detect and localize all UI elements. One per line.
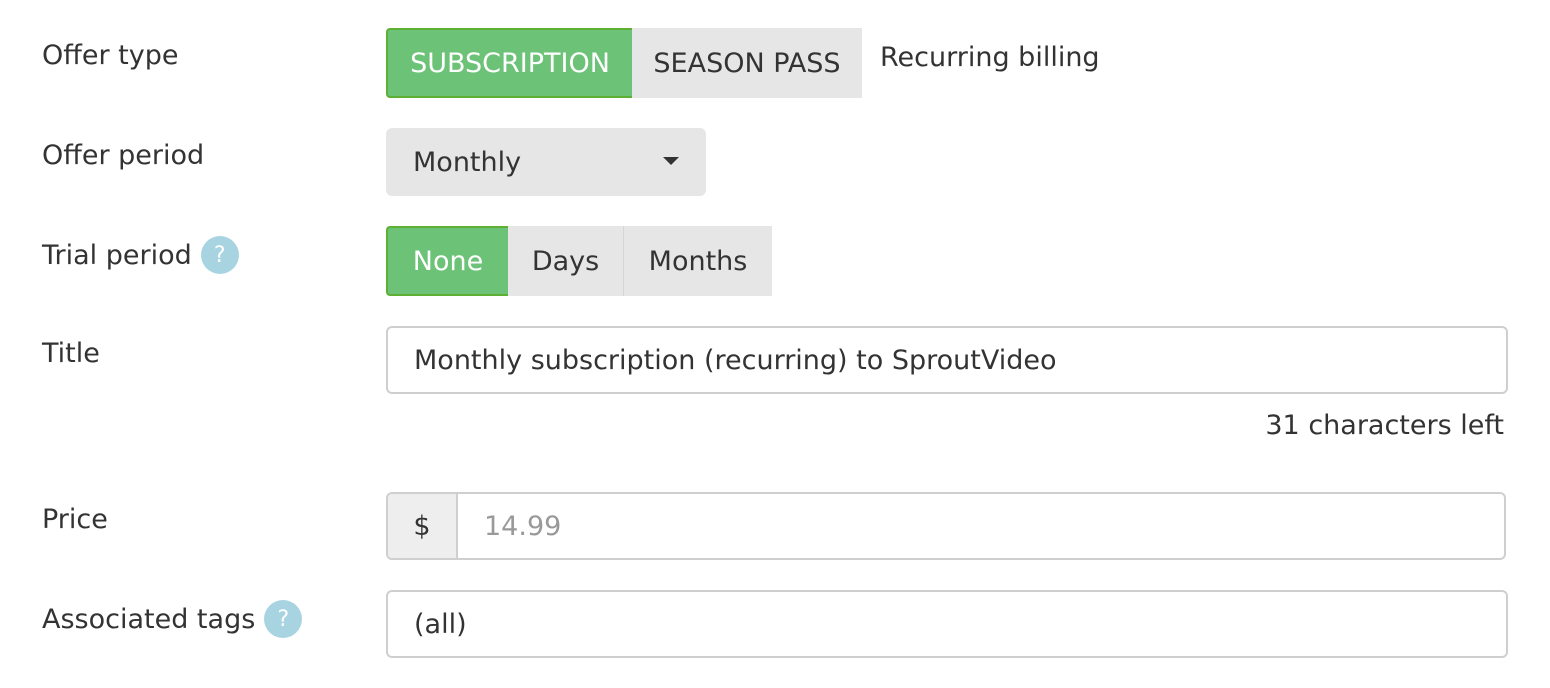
trial-period-toggle: None Days Months bbox=[386, 226, 772, 296]
trial-period-label: Trial period ? bbox=[42, 236, 239, 274]
price-input-group: $ 14.99 bbox=[386, 492, 1506, 560]
offer-type-season-pass-button[interactable]: SEASON PASS bbox=[632, 28, 862, 98]
associated-tags-label: Associated tags ? bbox=[42, 600, 303, 638]
title-label-text: Title bbox=[42, 338, 100, 369]
offer-type-label: Offer type bbox=[42, 40, 178, 71]
chevron-down-icon bbox=[663, 157, 679, 165]
title-label: Title bbox=[42, 338, 100, 369]
recurring-billing-note: Recurring billing bbox=[880, 42, 1100, 73]
price-label: Price bbox=[42, 504, 108, 535]
offer-type-toggle: SUBSCRIPTION SEASON PASS bbox=[386, 28, 862, 98]
characters-left-counter: 31 characters left bbox=[1265, 410, 1504, 441]
associated-tags-input[interactable]: (all) bbox=[386, 590, 1508, 658]
trial-period-label-text: Trial period bbox=[42, 239, 192, 271]
trial-days-button[interactable]: Days bbox=[508, 226, 623, 296]
offer-period-label: Offer period bbox=[42, 140, 204, 171]
offer-type-subscription-button[interactable]: SUBSCRIPTION bbox=[386, 28, 632, 98]
currency-addon: $ bbox=[388, 494, 458, 558]
offer-period-value: Monthly bbox=[413, 146, 522, 178]
trial-months-button[interactable]: Months bbox=[623, 226, 772, 296]
price-label-text: Price bbox=[42, 504, 108, 535]
price-input[interactable]: 14.99 bbox=[458, 494, 1504, 558]
title-input[interactable]: Monthly subscription (recurring) to Spro… bbox=[386, 326, 1508, 394]
help-icon[interactable]: ? bbox=[200, 236, 239, 274]
price-placeholder: 14.99 bbox=[484, 510, 562, 542]
help-icon[interactable]: ? bbox=[264, 600, 303, 638]
offer-period-select[interactable]: Monthly bbox=[386, 128, 706, 196]
title-input-value: Monthly subscription (recurring) to Spro… bbox=[414, 344, 1057, 376]
associated-tags-value: (all) bbox=[414, 608, 467, 640]
offer-type-label-text: Offer type bbox=[42, 40, 179, 71]
offer-period-label-text: Offer period bbox=[42, 140, 205, 171]
trial-none-button[interactable]: None bbox=[386, 226, 508, 296]
associated-tags-label-text: Associated tags bbox=[42, 603, 256, 635]
offer-form: Offer type SUBSCRIPTION SEASON PASS Recu… bbox=[0, 0, 1550, 688]
